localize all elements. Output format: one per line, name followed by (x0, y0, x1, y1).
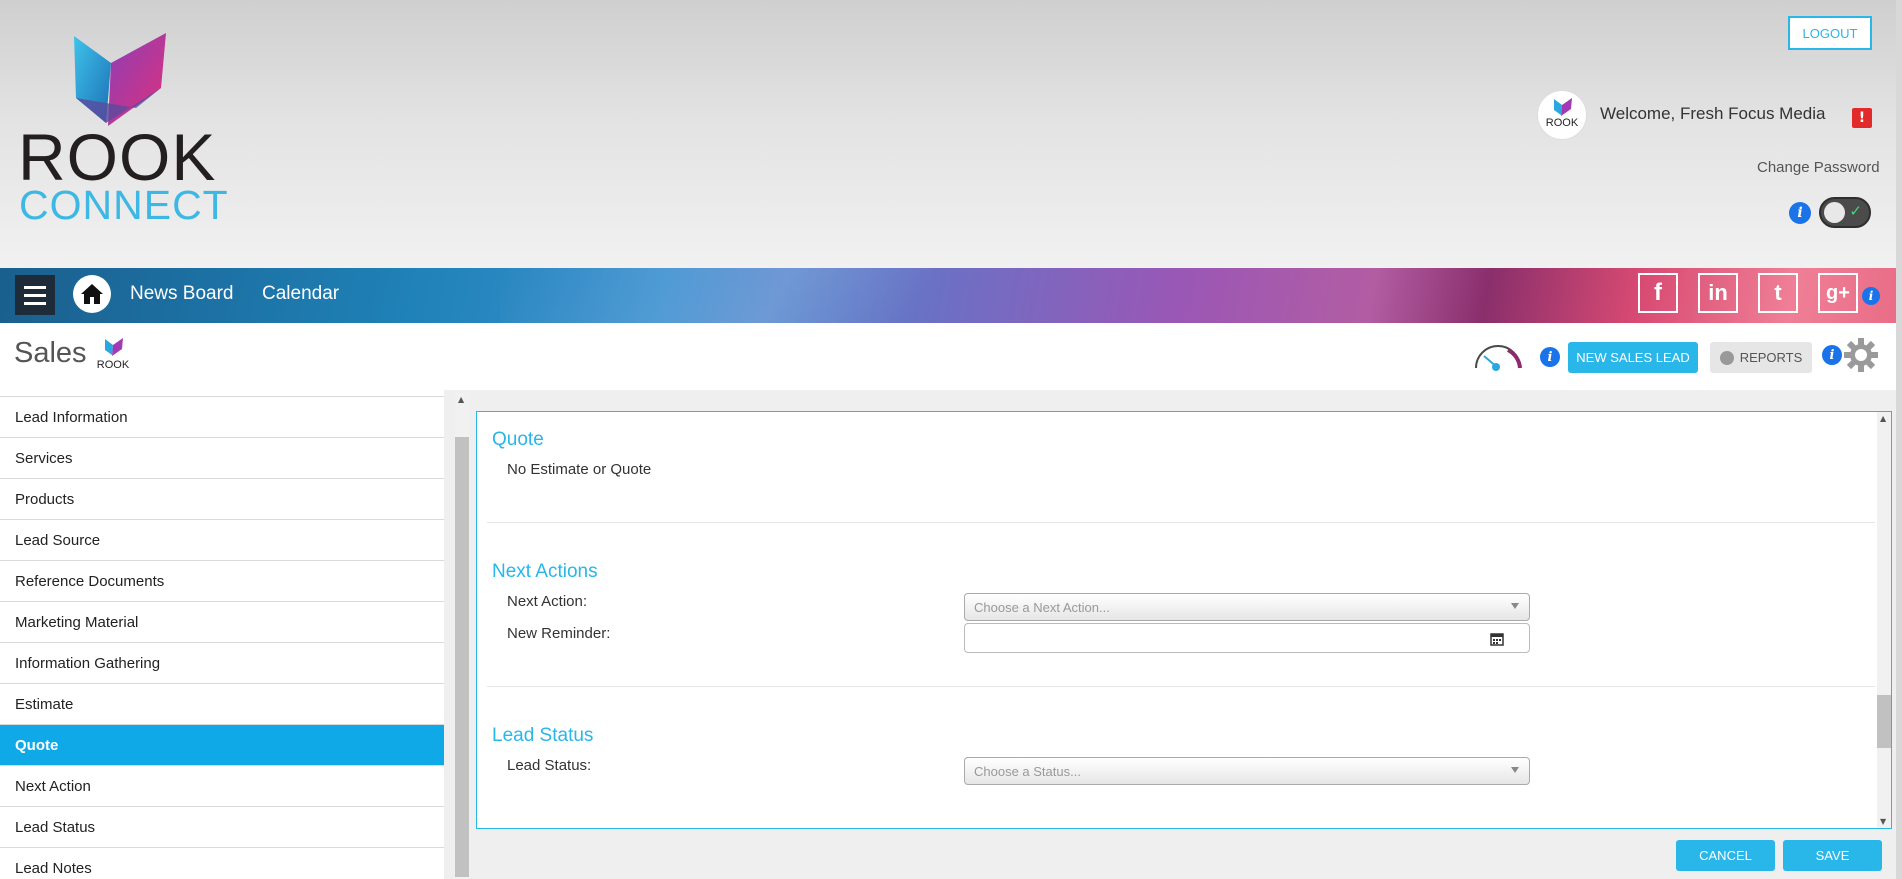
info-icon[interactable]: i (1789, 202, 1811, 224)
scroll-up-icon[interactable]: ▲ (1880, 414, 1886, 423)
alert-icon[interactable]: ! (1852, 108, 1872, 128)
chevron-down-icon (1511, 603, 1519, 609)
logo-text-connect: CONNECT (19, 182, 229, 228)
chevron-down-icon (1511, 767, 1519, 773)
sidebar-item-marketing-material[interactable]: Marketing Material (0, 601, 444, 642)
next-action-select[interactable]: Choose a Next Action... (964, 593, 1530, 621)
welcome-text: Welcome, Fresh Focus Media (1600, 104, 1826, 123)
change-password-link[interactable]: Change Password (1757, 159, 1880, 176)
window-scrollbar[interactable] (1896, 0, 1902, 879)
new-reminder-date-input[interactable] (964, 623, 1530, 653)
home-icon[interactable] (73, 275, 111, 313)
scrollbar-thumb[interactable] (455, 437, 469, 877)
sidebar-item-lead-source[interactable]: Lead Source (0, 519, 444, 560)
nav-news-board[interactable]: News Board (130, 283, 234, 305)
theme-toggle[interactable]: ✓ (1819, 197, 1871, 228)
lead-details-panel: Quote No Estimate or Quote Next Actions … (476, 411, 1892, 829)
sidebar-scrollbar[interactable]: ▲ (455, 393, 469, 879)
pie-chart-icon (1719, 350, 1734, 365)
scroll-down-icon[interactable]: ▼ (1880, 817, 1886, 826)
google-plus-icon[interactable]: g+ (1818, 273, 1858, 313)
gear-icon[interactable] (1843, 337, 1879, 373)
toggle-check-icon: ✓ (1849, 202, 1862, 220)
facebook-icon[interactable]: f (1638, 273, 1678, 313)
quote-status-text: No Estimate or Quote (507, 461, 652, 478)
reports-label: REPORTS (1739, 350, 1803, 365)
nav-calendar[interactable]: Calendar (262, 283, 339, 305)
scrollbar-thumb[interactable] (1877, 695, 1891, 748)
section-title-next-actions: Next Actions (492, 561, 598, 582)
next-action-label: Next Action: (507, 593, 588, 610)
menu-icon[interactable] (15, 275, 55, 315)
linkedin-icon[interactable]: in (1698, 273, 1738, 313)
sidebar: Lead Information Services Products Lead … (0, 396, 444, 879)
sidebar-item-services[interactable]: Services (0, 437, 444, 478)
sidebar-item-next-action[interactable]: Next Action (0, 765, 444, 806)
app-header: ROOK CONNECT LOGOUT ROOK Welcome, Fresh … (0, 0, 1902, 268)
sidebar-item-lead-status[interactable]: Lead Status (0, 806, 444, 847)
lead-status-select[interactable]: Choose a Status... (964, 757, 1530, 785)
panel-scrollbar[interactable]: ▲ ▼ (1877, 412, 1891, 828)
save-button[interactable]: SAVE (1783, 840, 1882, 871)
section-divider (487, 686, 1875, 687)
twitter-icon[interactable]: t (1758, 273, 1798, 313)
nav-info-icon[interactable]: i (1862, 287, 1880, 305)
settings-info-icon[interactable]: i (1822, 345, 1842, 365)
new-sales-lead-button[interactable]: NEW SALES LEAD (1568, 342, 1698, 373)
sidebar-item-estimate[interactable]: Estimate (0, 683, 444, 724)
sidebar-item-lead-information[interactable]: Lead Information (0, 396, 444, 437)
scroll-up-icon[interactable]: ▲ (458, 395, 464, 404)
avatar-logo-icon: ROOK (1546, 98, 1579, 129)
svg-text:ROOK: ROOK (1546, 117, 1579, 129)
sales-info-icon[interactable]: i (1540, 347, 1560, 367)
calendar-icon[interactable] (1490, 632, 1504, 646)
house-icon (81, 284, 103, 304)
section-divider (487, 522, 1875, 523)
title-logo-icon: ROOK (97, 338, 130, 371)
sidebar-item-products[interactable]: Products (0, 478, 444, 519)
lead-status-label: Lead Status: (507, 757, 592, 774)
logo-text-rook: ROOK (18, 120, 217, 194)
lead-status-placeholder: Choose a Status... (974, 763, 1081, 779)
user-avatar[interactable]: ROOK (1537, 90, 1587, 140)
section-title-lead-status: Lead Status (492, 725, 594, 746)
next-action-placeholder: Choose a Next Action... (974, 599, 1110, 615)
cancel-button[interactable]: CANCEL (1676, 840, 1775, 871)
section-title-quote: Quote (492, 429, 544, 450)
gauge-icon[interactable] (1470, 338, 1526, 372)
toggle-knob (1824, 202, 1845, 223)
reports-button[interactable]: REPORTS (1710, 342, 1812, 373)
svg-text:ROOK: ROOK (97, 359, 130, 371)
sidebar-item-information-gathering[interactable]: Information Gathering (0, 642, 444, 683)
sidebar-item-lead-notes[interactable]: Lead Notes (0, 847, 444, 879)
sidebar-item-reference-documents[interactable]: Reference Documents (0, 560, 444, 601)
sidebar-item-quote[interactable]: Quote (0, 724, 444, 765)
logout-button[interactable]: LOGOUT (1788, 16, 1872, 50)
new-reminder-label: New Reminder: (507, 625, 611, 642)
page-title: Sales (14, 337, 87, 369)
